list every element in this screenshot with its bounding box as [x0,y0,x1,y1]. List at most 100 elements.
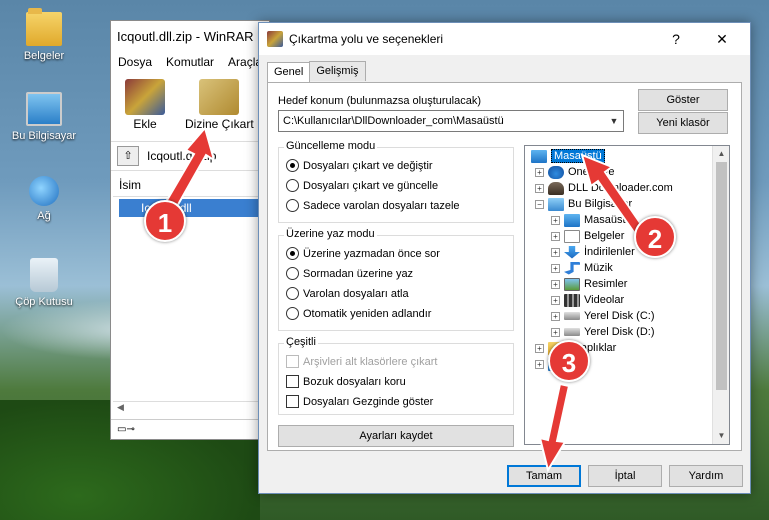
radio-button[interactable] [286,179,299,192]
desktop-icon-this-pc[interactable]: Bu Bilgisayar [4,92,84,142]
destination-label: Hedef konum (bulunmazsa oluşturulacak) [278,95,481,107]
onedrive-icon [548,165,564,179]
misc-option-show-explorer[interactable]: Dosyaları Gezginde göster [286,395,433,408]
desktop-icon-documents[interactable]: Belgeler [4,8,84,62]
radio-button[interactable] [286,307,299,320]
expand-icon[interactable]: + [551,247,560,257]
cancel-button[interactable]: İptal [588,465,662,487]
expand-icon[interactable]: + [551,311,560,321]
horizontal-scrollbar[interactable]: ◀ [113,401,267,415]
file-row[interactable]: Icqoutl.dll [119,199,259,217]
music-icon [564,261,580,275]
chevron-down-icon[interactable]: ▼ [605,111,623,131]
tree-node-downloads[interactable]: + İndirilenler [551,244,635,260]
radio-button[interactable] [286,199,299,212]
expand-icon[interactable]: + [535,183,544,193]
option-label: Sormadan üzerine yaz [303,267,414,280]
network-icon [29,176,59,206]
winrar-pathbar: ⇧ Icqoutl.dll.zip [111,141,269,171]
extract-icon [199,79,240,115]
misc-option-keep-broken[interactable]: Bozuk dosyaları koru [286,375,406,388]
tree-node-documents[interactable]: + Belgeler [551,228,624,244]
extract-to-button[interactable]: Dizine Çıkart [185,79,254,131]
menu-commands[interactable]: Komutlar [166,55,214,69]
winrar-icon [267,31,283,47]
folder-icon [26,8,62,46]
tab-general[interactable]: Genel [267,62,311,82]
show-button[interactable]: Göster [638,89,728,111]
column-header-name[interactable]: İsim [113,173,267,197]
winrar-window: Icqoutl.dll.zip - WinRAR Dosya Komutlar … [110,20,270,440]
tree-node-label: OneDrive [568,166,615,178]
dialog-titlebar[interactable]: Çıkartma yolu ve seçenekleri ? ✕ [259,23,750,55]
expand-icon[interactable]: + [551,279,560,289]
radio-button[interactable] [286,159,299,172]
expand-icon[interactable]: + [551,263,560,273]
desktop-icon-recycle-bin[interactable]: Çöp Kutusu [4,258,84,308]
tree-node-music[interactable]: + Müzik [551,260,613,276]
overwrite-option-no-ask[interactable]: Sormadan üzerine yaz [286,267,413,280]
tree-node-videos[interactable]: + Videolar [551,292,624,308]
overwrite-mode-title: Üzerine yaz modu [284,228,377,240]
desktop-icon-label: Bu Bilgisayar [11,130,77,142]
overwrite-option-rename[interactable]: Otomatik yeniden adlandır [286,307,431,320]
update-mode-title: Güncelleme modu [284,140,378,152]
add-button[interactable]: Ekle [125,79,165,131]
expand-icon[interactable]: + [551,231,560,241]
radio-button[interactable] [286,287,299,300]
scroll-up-icon[interactable]: ▲ [713,146,729,162]
overwrite-option-ask[interactable]: Üzerine yazmadan önce sor [286,247,440,260]
tree-node-disk-c[interactable]: + Yerel Disk (C:) [551,308,655,324]
desktop-icon [564,213,580,227]
tree-node-desktop[interactable]: Masaüstü [531,148,605,164]
expand-icon[interactable]: + [551,295,560,305]
scrollbar-thumb[interactable] [716,162,727,390]
destination-path-combo[interactable]: C:\Kullanıcılar\DllDownloader_com\Masaüs… [278,110,624,132]
tree-node-label: Masaüstü [584,214,632,226]
tree-node-label: Masaüstü [551,149,605,163]
tree-node-pc-desktop[interactable]: + Masaüstü [551,212,632,228]
tree-vertical-scrollbar[interactable]: ▲ ▼ [712,146,729,444]
checkbox[interactable] [286,375,299,388]
update-option-refresh[interactable]: Sadece varolan dosyaları tazele [286,199,460,212]
archive-path[interactable]: Icqoutl.dll.zip [147,149,216,163]
tree-node-disk-d[interactable]: + Yerel Disk (D:) [551,324,655,340]
tree-node-user[interactable]: + DLL Downloader.com [535,180,673,196]
tree-node-this-pc[interactable]: − Bu Bilgisayar [535,196,632,212]
help-button[interactable]: Yardım [669,465,743,487]
expand-icon[interactable]: + [535,167,544,177]
overwrite-option-skip[interactable]: Varolan dosyaları atla [286,287,409,300]
save-settings-button[interactable]: Ayarları kaydet [278,425,514,447]
option-label: Arşivleri alt klasörlere çıkart [303,355,438,368]
checkbox [286,355,299,368]
winrar-titlebar[interactable]: Icqoutl.dll.zip - WinRAR [111,21,269,51]
radio-button[interactable] [286,267,299,280]
tab-advanced[interactable]: Gelişmiş [309,61,366,81]
tree-node-label: İndirilenler [584,246,635,258]
close-button[interactable]: ✕ [700,23,744,55]
desktop-icon-network[interactable]: Ağ [4,176,84,222]
expand-icon[interactable]: + [551,327,560,337]
new-folder-button[interactable]: Yeni klasör [638,112,728,134]
tree-node-pictures[interactable]: + Resimler [551,276,627,292]
up-folder-button[interactable]: ⇧ [117,146,139,166]
checkbox[interactable] [286,395,299,408]
tree-node-label: Bu Bilgisayar [568,198,633,210]
radio-button[interactable] [286,247,299,260]
collapse-icon[interactable]: − [535,199,544,209]
update-option-update[interactable]: Dosyaları çıkart ve güncelle [286,179,438,192]
update-option-replace[interactable]: Dosyaları çıkart ve değiştir [286,159,433,172]
expand-icon[interactable]: + [535,343,544,353]
ok-button[interactable]: Tamam [507,465,581,487]
expand-icon[interactable]: + [535,359,544,369]
tree-node-onedrive[interactable]: + OneDrive [535,164,614,180]
step-marker-1: 1 [144,200,186,242]
option-label: Üzerine yazmadan önce sor [303,247,440,260]
scroll-down-icon[interactable]: ▼ [713,428,729,444]
desktop-icon-label: Belgeler [23,50,65,62]
option-label: Bozuk dosyaları koru [303,375,406,388]
drive-key-icon: ▭⊸ [117,424,135,435]
expand-icon[interactable]: + [551,215,560,225]
menu-file[interactable]: Dosya [118,55,152,69]
help-title-button[interactable]: ? [654,23,698,55]
